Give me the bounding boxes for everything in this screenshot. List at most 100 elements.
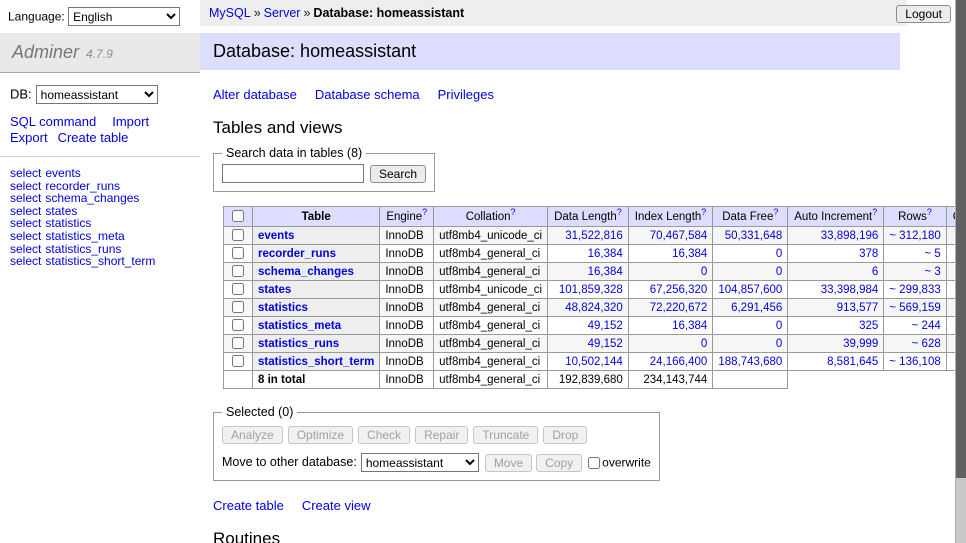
rows-link[interactable]: ~ 136,108 bbox=[889, 356, 940, 368]
table-name-link[interactable]: statistics_short_term bbox=[258, 356, 374, 368]
breadcrumb-server-link[interactable]: Server bbox=[264, 6, 301, 20]
index-length-link[interactable]: 0 bbox=[701, 266, 707, 278]
move-db-select[interactable]: homeassistant bbox=[361, 453, 479, 472]
auto-increment-link[interactable]: 913,577 bbox=[837, 302, 879, 314]
index-length-link[interactable]: 24,166,400 bbox=[650, 356, 708, 368]
breadcrumb-mysql-link[interactable]: MySQL bbox=[209, 6, 251, 20]
rows-link[interactable]: ~ 628 bbox=[912, 338, 941, 350]
sidebar-table-name-link[interactable]: statistics_short_term bbox=[45, 254, 155, 268]
table-name-link[interactable]: statistics_meta bbox=[258, 320, 341, 332]
data-free-link[interactable]: 6,291,456 bbox=[731, 302, 782, 314]
index-length-link[interactable]: 70,467,584 bbox=[650, 230, 708, 242]
help-link[interactable]: ? bbox=[773, 207, 778, 217]
scrollbar-thumb[interactable] bbox=[956, 0, 966, 478]
rows-link[interactable]: ~ 3 bbox=[924, 266, 940, 278]
overwrite-checkbox[interactable] bbox=[588, 457, 600, 469]
sidebar-table-name-link[interactable]: events bbox=[45, 166, 80, 180]
sql-command-link[interactable]: SQL command bbox=[10, 114, 96, 129]
create-table-sidebar-link[interactable]: Create table bbox=[58, 130, 129, 145]
data-length-link[interactable]: 49,152 bbox=[588, 338, 623, 350]
data-length-link[interactable]: 49,152 bbox=[588, 320, 623, 332]
table-name-link[interactable]: events bbox=[258, 230, 294, 242]
data-free-link[interactable]: 0 bbox=[776, 266, 782, 278]
rows-link[interactable]: ~ 299,833 bbox=[889, 284, 940, 296]
adminer-logo-link[interactable]: Adminer bbox=[12, 42, 79, 62]
logout-button[interactable]: Logout bbox=[896, 5, 951, 23]
index-length-link[interactable]: 16,384 bbox=[672, 248, 707, 260]
create-table-link[interactable]: Create table bbox=[213, 498, 284, 513]
row-checkbox[interactable] bbox=[232, 265, 244, 277]
help-link[interactable]: ? bbox=[617, 207, 622, 217]
overwrite-label[interactable]: overwrite bbox=[602, 456, 651, 470]
privileges-link[interactable]: Privileges bbox=[438, 87, 494, 102]
rows-link[interactable]: ~ 5 bbox=[924, 248, 940, 260]
search-input[interactable] bbox=[222, 164, 364, 183]
data-free-link[interactable]: 0 bbox=[776, 248, 782, 260]
index-length-link[interactable]: 16,384 bbox=[672, 320, 707, 332]
create-view-link[interactable]: Create view bbox=[302, 498, 371, 513]
help-link[interactable]: ? bbox=[510, 207, 515, 217]
row-checkbox[interactable] bbox=[232, 301, 244, 313]
data-length-link[interactable]: 31,522,816 bbox=[565, 230, 623, 242]
index-length-link[interactable]: 72,220,672 bbox=[650, 302, 708, 314]
export-link[interactable]: Export bbox=[10, 130, 48, 145]
database-schema-link[interactable]: Database schema bbox=[315, 87, 420, 102]
data-free-link[interactable]: 50,331,648 bbox=[725, 230, 783, 242]
sidebar-table-name-link[interactable]: statistics_meta bbox=[45, 229, 124, 243]
language-select[interactable]: English bbox=[68, 7, 180, 26]
data-free-link[interactable]: 0 bbox=[776, 320, 782, 332]
index-length-link[interactable]: 0 bbox=[701, 338, 707, 350]
row-checkbox[interactable] bbox=[232, 229, 244, 241]
select-table-link[interactable]: select bbox=[10, 229, 41, 243]
select-table-link[interactable]: select bbox=[10, 254, 41, 268]
auto-increment-link[interactable]: 33,898,196 bbox=[821, 230, 879, 242]
select-table-link[interactable]: select bbox=[10, 166, 41, 180]
copy-button[interactable]: Copy bbox=[536, 454, 582, 472]
data-length-link[interactable]: 16,384 bbox=[588, 266, 623, 278]
db-select[interactable]: homeassistant bbox=[36, 85, 158, 104]
vertical-scrollbar[interactable] bbox=[955, 0, 966, 543]
row-checkbox[interactable] bbox=[232, 355, 244, 367]
auto-increment-link[interactable]: 33,398,984 bbox=[821, 284, 879, 296]
bulk-analyze-button[interactable]: Analyze bbox=[222, 426, 283, 444]
auto-increment-link[interactable]: 8,581,645 bbox=[827, 356, 878, 368]
row-checkbox[interactable] bbox=[232, 337, 244, 349]
data-length-link[interactable]: 10,502,144 bbox=[565, 356, 623, 368]
help-link[interactable]: ? bbox=[927, 207, 932, 217]
data-length-link[interactable]: 101,859,328 bbox=[559, 284, 623, 296]
bulk-repair-button[interactable]: Repair bbox=[415, 426, 468, 444]
help-link[interactable]: ? bbox=[422, 207, 427, 217]
bulk-drop-button[interactable]: Drop bbox=[543, 426, 587, 444]
row-checkbox[interactable] bbox=[232, 319, 244, 331]
table-name-link[interactable]: statistics bbox=[258, 302, 308, 314]
auto-increment-link[interactable]: 39,999 bbox=[843, 338, 878, 350]
index-length-link[interactable]: 67,256,320 bbox=[650, 284, 708, 296]
help-link[interactable]: ? bbox=[701, 207, 706, 217]
data-length-link[interactable]: 16,384 bbox=[588, 248, 623, 260]
auto-increment-link[interactable]: 378 bbox=[859, 248, 878, 260]
data-length-link[interactable]: 48,824,320 bbox=[565, 302, 623, 314]
rows-link[interactable]: ~ 569,159 bbox=[889, 302, 940, 314]
rows-link[interactable]: ~ 312,180 bbox=[889, 230, 940, 242]
auto-increment-link[interactable]: 325 bbox=[859, 320, 878, 332]
auto-increment-link[interactable]: 6 bbox=[872, 266, 878, 278]
table-name-link[interactable]: recorder_runs bbox=[258, 248, 336, 260]
bulk-check-button[interactable]: Check bbox=[358, 426, 410, 444]
bulk-truncate-button[interactable]: Truncate bbox=[473, 426, 538, 444]
alter-database-link[interactable]: Alter database bbox=[213, 87, 297, 102]
search-button[interactable]: Search bbox=[370, 165, 426, 183]
select-all-checkbox[interactable] bbox=[232, 210, 244, 222]
bulk-optimize-button[interactable]: Optimize bbox=[288, 426, 353, 444]
table-name-link[interactable]: statistics_runs bbox=[258, 338, 339, 350]
move-button[interactable]: Move bbox=[485, 454, 532, 472]
row-checkbox[interactable] bbox=[232, 283, 244, 295]
help-link[interactable]: ? bbox=[872, 207, 877, 217]
table-name-link[interactable]: states bbox=[258, 284, 291, 296]
data-free-link[interactable]: 0 bbox=[776, 338, 782, 350]
rows-link[interactable]: ~ 244 bbox=[912, 320, 941, 332]
data-free-link[interactable]: 188,743,680 bbox=[718, 356, 782, 368]
data-free-link[interactable]: 104,857,600 bbox=[718, 284, 782, 296]
import-link[interactable]: Import bbox=[112, 114, 149, 129]
table-name-link[interactable]: schema_changes bbox=[258, 266, 354, 278]
row-checkbox[interactable] bbox=[232, 247, 244, 259]
